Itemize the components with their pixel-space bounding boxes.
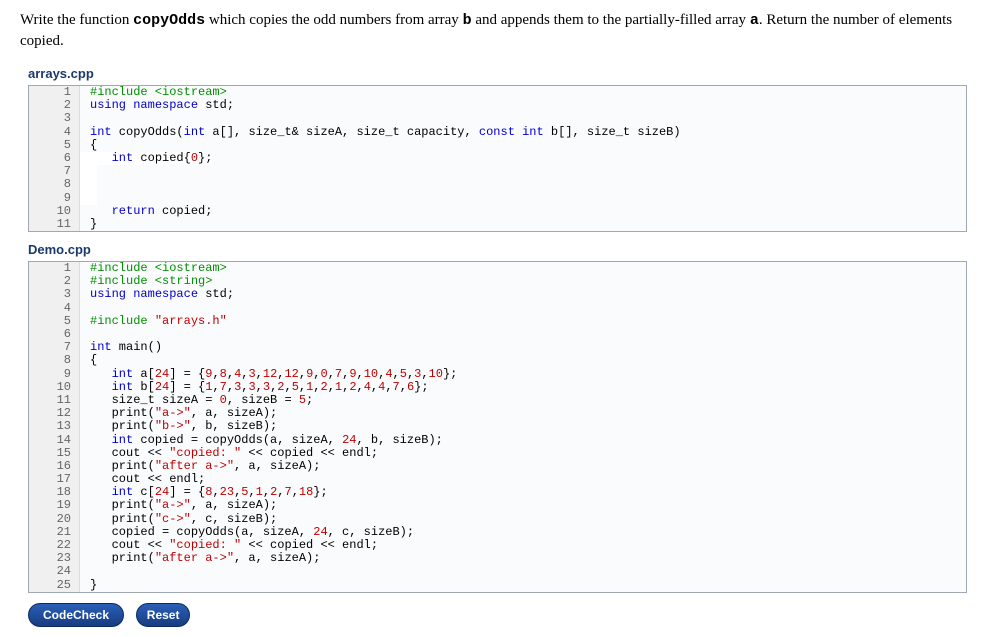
line-number: 8	[29, 354, 80, 367]
code-line: 3using namespace std;	[29, 288, 966, 301]
line-number: 4	[29, 126, 80, 139]
line-number: 1	[29, 262, 80, 275]
code-line[interactable]: 7	[29, 165, 966, 178]
code-arrays: 1#include <iostream>2using namespace std…	[28, 85, 967, 232]
code-line: 6	[29, 328, 966, 341]
line-number: 19	[29, 499, 80, 512]
problem-statement: Write the function copyOdds which copies…	[20, 10, 975, 52]
line-number: 18	[29, 486, 80, 499]
line-number: 17	[29, 473, 80, 486]
line-text: print("c->", c, sizeB);	[80, 513, 277, 526]
line-text[interactable]	[80, 178, 97, 191]
line-number: 16	[29, 460, 80, 473]
line-number: 9	[29, 368, 80, 381]
code-demo: 1#include <iostream>2#include <string>3u…	[28, 261, 967, 593]
code-line[interactable]: 9	[29, 192, 966, 205]
line-number: 2	[29, 275, 80, 288]
line-text	[80, 565, 97, 578]
code-line: 8{	[29, 354, 966, 367]
line-text: {	[80, 139, 97, 152]
code-line: 5#include "arrays.h"	[29, 315, 966, 328]
code-line: 10 return copied;	[29, 205, 966, 218]
line-number: 20	[29, 513, 80, 526]
code-line: 9 int a[24] = {9,8,4,3,12,12,9,0,7,9,10,…	[29, 368, 966, 381]
line-text: int copyOdds(int a[], size_t& sizeA, siz…	[80, 126, 681, 139]
line-text: int b[24] = {1,7,3,3,3,2,5,1,2,1,2,4,4,7…	[80, 381, 429, 394]
line-number: 7	[29, 341, 80, 354]
code-line: 4int copyOdds(int a[], size_t& sizeA, si…	[29, 126, 966, 139]
line-number: 24	[29, 565, 80, 578]
file-label-arrays: arrays.cpp	[28, 66, 975, 81]
line-number: 11	[29, 218, 80, 231]
code-line: 23 print("after a->", a, sizeA);	[29, 552, 966, 565]
file-label-demo: Demo.cpp	[28, 242, 975, 257]
line-text: int copied = copyOdds(a, sizeA, 24, b, s…	[80, 434, 443, 447]
line-number: 22	[29, 539, 80, 552]
fn-name: copyOdds	[133, 12, 205, 29]
line-number: 25	[29, 579, 80, 592]
code-line: 10 int b[24] = {1,7,3,3,3,2,5,1,2,1,2,4,…	[29, 381, 966, 394]
code-line: 13 print("b->", b, sizeB);	[29, 420, 966, 433]
line-number: 13	[29, 420, 80, 433]
code-line[interactable]: 6 int copied{0};	[29, 152, 966, 165]
line-text: print("after a->", a, sizeA);	[80, 552, 320, 565]
code-line: 7int main()	[29, 341, 966, 354]
line-text: #include "arrays.h"	[80, 315, 227, 328]
line-text: using namespace std;	[80, 288, 234, 301]
code-line: 11}	[29, 218, 966, 231]
code-line: 24	[29, 565, 966, 578]
line-text: return copied;	[80, 205, 212, 218]
line-number: 7	[29, 165, 80, 178]
line-number: 10	[29, 205, 80, 218]
line-number: 5	[29, 315, 80, 328]
line-number: 9	[29, 192, 80, 205]
code-line: 2using namespace std;	[29, 99, 966, 112]
code-line: 20 print("c->", c, sizeB);	[29, 513, 966, 526]
line-number: 12	[29, 407, 80, 420]
line-number: 14	[29, 434, 80, 447]
line-number: 5	[29, 139, 80, 152]
line-number: 6	[29, 152, 80, 165]
line-text: }	[80, 579, 97, 592]
line-text[interactable]	[80, 192, 97, 205]
line-number: 21	[29, 526, 80, 539]
line-number: 23	[29, 552, 80, 565]
line-number: 15	[29, 447, 80, 460]
code-line[interactable]: 8	[29, 178, 966, 191]
line-number: 10	[29, 381, 80, 394]
line-text[interactable]: int copied{0};	[80, 152, 212, 165]
line-text: print("b->", b, sizeB);	[80, 420, 277, 433]
line-number: 1	[29, 86, 80, 99]
line-text: {	[80, 354, 97, 367]
line-number: 4	[29, 302, 80, 315]
line-number: 11	[29, 394, 80, 407]
line-text: }	[80, 218, 97, 231]
line-number: 8	[29, 178, 80, 191]
line-number: 3	[29, 288, 80, 301]
code-line: 25}	[29, 579, 966, 592]
code-line: 5{	[29, 139, 966, 152]
line-number: 6	[29, 328, 80, 341]
line-number: 3	[29, 112, 80, 125]
line-number: 2	[29, 99, 80, 112]
line-text: using namespace std;	[80, 99, 234, 112]
